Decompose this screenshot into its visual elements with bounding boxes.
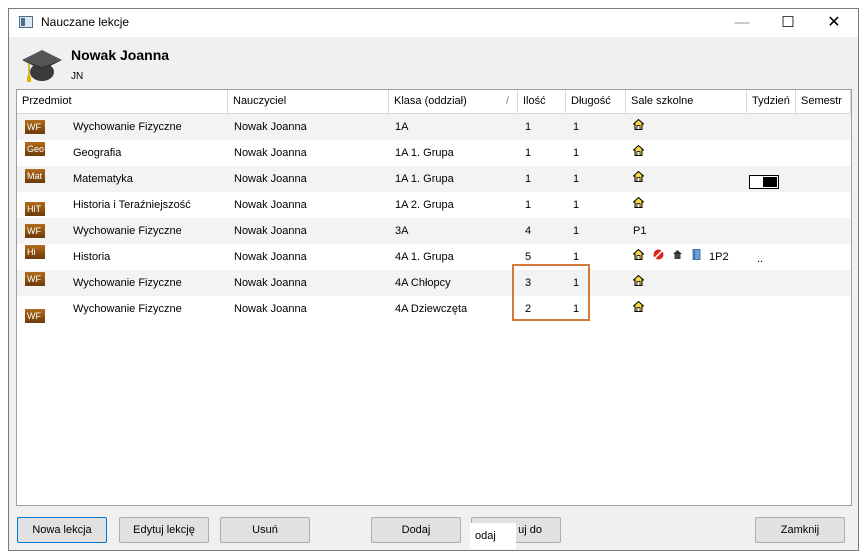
minimize-button[interactable]: — [719,9,765,37]
new-lesson-button[interactable]: Nowa lekcja [17,517,107,543]
teacher-cell: Nowak Joanna [234,199,307,211]
subject-badge: WF [25,272,45,286]
class-cell: 4A 1. Grupa [395,251,454,263]
teacher-cell: Nowak Joanna [234,303,307,315]
table-row[interactable]: Geo Geografia Nowak Joanna 1A 1. Grupa 1… [17,140,851,166]
week-toggle-icon[interactable] [749,175,779,189]
edit-lesson-button[interactable]: Edytuj lekcję [119,517,209,543]
teacher-code: JN [71,71,84,82]
teacher-cell: Nowak Joanna [234,121,307,133]
class-cell: 4A Chłopcy [395,277,451,289]
room-cell: 1P2 [709,251,729,263]
length-cell: 1 [573,173,580,185]
room-house-icon [633,171,644,182]
room-house-icon [633,119,644,130]
delete-button[interactable]: Usuń [220,517,310,543]
count-cell: 1 [525,199,532,211]
book-icon [692,249,701,260]
room-house-icon [633,197,644,208]
column-header-semester[interactable]: Semestr [796,90,851,113]
table-row[interactable]: WF Wychowanie Fizyczne Nowak Joanna 3A 4… [17,218,851,244]
subject-cell: Wychowanie Fizyczne [73,303,182,315]
subject-cell: Matematyka [73,173,133,185]
class-cell: 1A [395,121,409,133]
subject-cell: Wychowanie Fizyczne [73,225,182,237]
room-house-icon [633,275,644,286]
count-cell: 2 [525,303,532,315]
column-header-week[interactable]: Tydzień [747,90,796,113]
window-title: Nauczane lekcje [41,15,130,29]
class-cell: 1A 2. Grupa [395,199,454,211]
column-header-class[interactable]: Klasa (oddział) / [389,90,518,113]
subject-badge: HiT [25,202,45,216]
window-app-icon [19,16,33,28]
length-cell: 1 [573,251,580,263]
subject-badge: WF [25,224,45,238]
add-button[interactable]: Dodaj [371,517,461,543]
table-row[interactable]: WF Wychowanie Fizyczne Nowak Joanna 4A D… [17,296,851,323]
teacher-header [9,37,858,89]
lessons-table[interactable]: Przedmiot Nauczyciel Klasa (oddział) / Il… [16,89,852,506]
table-row[interactable]: HiT Historia i Teraźniejszość Nowak Joan… [17,192,851,218]
class-cell: 3A [395,225,409,237]
table-row[interactable]: WF Wychowanie Fizyczne Nowak Joanna 4A C… [17,270,851,296]
subject-badge: Hi [25,245,45,259]
count-cell: 3 [525,277,532,289]
subject-cell: Wychowanie Fizyczne [73,277,182,289]
count-cell: 4 [525,225,532,237]
close-window-button[interactable]: ✕ [811,9,857,37]
length-cell: 1 [573,303,580,315]
count-cell: 1 [525,147,532,159]
maximize-button[interactable]: ☐ [765,9,811,37]
table-row[interactable]: WF Wychowanie Fizyczne Nowak Joanna 1A 1… [17,114,851,140]
class-cell: 1A 1. Grupa [395,147,454,159]
class-cell: 4A Dziewczęta [395,303,468,315]
length-cell: 1 [573,121,580,133]
length-cell: 1 [573,225,580,237]
subject-badge: WF [25,309,45,323]
column-header-teacher[interactable]: Nauczyciel [228,90,389,113]
table-row[interactable]: Hi Historia Nowak Joanna 4A 1. Grupa 5 1… [17,244,851,270]
length-cell: 1 [573,277,580,289]
building-icon [673,250,682,259]
count-cell: 5 [525,251,532,263]
length-cell: 1 [573,147,580,159]
count-cell: 1 [525,121,532,133]
teacher-cell: Nowak Joanna [234,147,307,159]
column-header-rooms[interactable]: Sale szkolne [626,90,747,113]
teacher-cell: Nowak Joanna [234,251,307,263]
sort-indicator-icon: / [505,95,509,107]
room-cell: P1 [633,225,647,237]
teacher-cell: Nowak Joanna [234,173,307,185]
subject-cell: Historia i Teraźniejszość [73,199,191,211]
teacher-cell: Nowak Joanna [234,225,307,237]
column-header-length[interactable]: Długość [566,90,626,113]
add-to-overlay: odaj [470,523,516,549]
teacher-cell: Nowak Joanna [234,277,307,289]
subject-badge: Geo [25,142,45,156]
close-button[interactable]: Zamknij [755,517,845,543]
graduation-cap-icon [22,50,62,82]
room-house-icon [633,301,644,312]
room-house-icon [633,145,644,156]
no-entry-icon [653,249,664,260]
title-bar: Nauczane lekcje — ☐ ✕ [9,9,858,37]
column-header-count[interactable]: Ilość [518,90,566,113]
subject-badge: Mat [25,169,45,183]
subject-cell: Geografia [73,147,122,159]
class-cell: 1A 1. Grupa [395,173,454,185]
table-row[interactable]: Mat Matematyka Nowak Joanna 1A 1. Grupa … [17,166,851,192]
table-header: Przedmiot Nauczyciel Klasa (oddział) / Il… [17,90,851,114]
column-header-subject[interactable]: Przedmiot [17,90,228,113]
length-cell: 1 [573,199,580,211]
subject-cell: Wychowanie Fizyczne [73,121,182,133]
teacher-name: Nowak Joanna [71,47,170,63]
lessons-window: Nauczane lekcje — ☐ ✕ Nowak Joanna JN Pr… [8,8,859,551]
subject-cell: Historia [73,251,111,263]
room-house-icon [633,249,644,260]
week-cell: .. [757,253,764,265]
count-cell: 1 [525,173,532,185]
subject-badge: WF [25,120,45,134]
